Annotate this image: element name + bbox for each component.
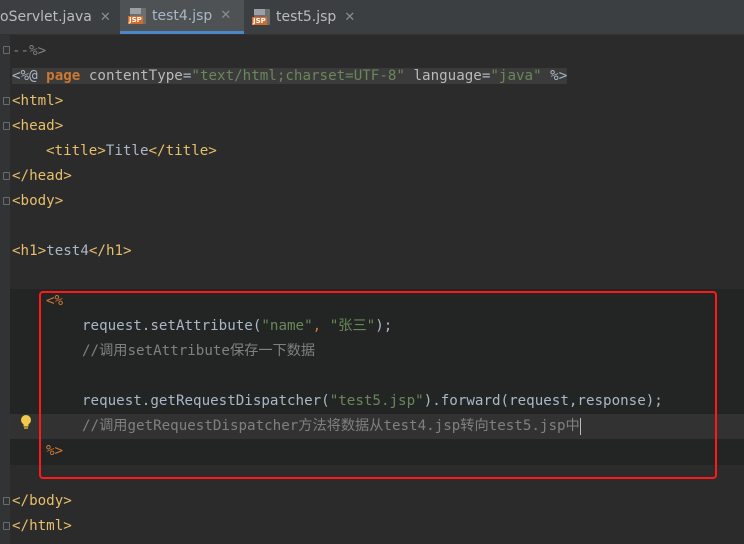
fold-marker[interactable] [3, 97, 10, 105]
tab-oservlet-java[interactable]: oServlet.java ✕ [0, 0, 118, 34]
tag-open: <h1> [12, 243, 47, 259]
tag-text: Title [105, 143, 149, 159]
tag-close: </title> [148, 143, 217, 159]
annotation-highlight-box [39, 291, 717, 479]
tag-close: </h1> [88, 243, 132, 259]
code-line-6: </head> [12, 168, 72, 184]
directive-close: %> [541, 68, 568, 84]
directive-keyword: page [46, 68, 81, 84]
tag-text: test4 [46, 243, 89, 259]
fold-marker[interactable] [3, 197, 10, 205]
close-icon[interactable]: ✕ [100, 10, 111, 25]
fold-marker[interactable] [3, 172, 10, 180]
code-line-9: <h1>test4</h1> [12, 239, 132, 264]
fold-marker[interactable] [3, 122, 10, 130]
tab-label: test4.jsp [152, 7, 213, 24]
tab-test4-jsp[interactable]: JSP test4.jsp ✕ [120, 0, 244, 34]
close-icon[interactable]: ✕ [344, 10, 355, 25]
close-icon[interactable]: ✕ [220, 8, 231, 23]
fold-marker[interactable] [3, 497, 10, 505]
code-line-2: <%@ page contentType="text/html;charset=… [12, 64, 568, 89]
attr-value: "java" [490, 68, 542, 84]
attr-name: language [413, 68, 482, 84]
code-line-7: <body> [12, 193, 64, 209]
attr-name: contentType [88, 68, 183, 84]
attr-value: "text/html;charset=UTF-8" [191, 68, 405, 84]
code-line-3: <html> [12, 93, 64, 109]
editor-gutter [0, 35, 10, 544]
lightbulb-icon[interactable] [20, 414, 32, 430]
code-line-19: </body> [12, 493, 72, 509]
tab-label: oServlet.java [0, 9, 92, 25]
code-line-5: <title>Title</title> [46, 139, 217, 164]
directive-open: <%@ [12, 68, 47, 84]
code-editor[interactable]: --%> <%@ page contentType="text/html;cha… [0, 35, 744, 544]
tab-test5-jsp[interactable]: JSP test5.jsp ✕ [244, 0, 368, 34]
tab-label: test5.jsp [276, 9, 337, 25]
jsp-file-icon: JSP [252, 9, 270, 25]
editor-tab-bar: oServlet.java ✕ JSP test4.jsp ✕ JSP test… [0, 0, 744, 35]
code-line-20: </html> [12, 518, 72, 534]
code-line-4: <head> [12, 118, 64, 134]
code-line-1: --%> [12, 43, 47, 59]
tag-open: <title> [46, 143, 106, 159]
jsp-file-icon: JSP [128, 7, 146, 24]
fold-marker[interactable] [3, 522, 10, 530]
fold-marker[interactable] [3, 46, 10, 54]
